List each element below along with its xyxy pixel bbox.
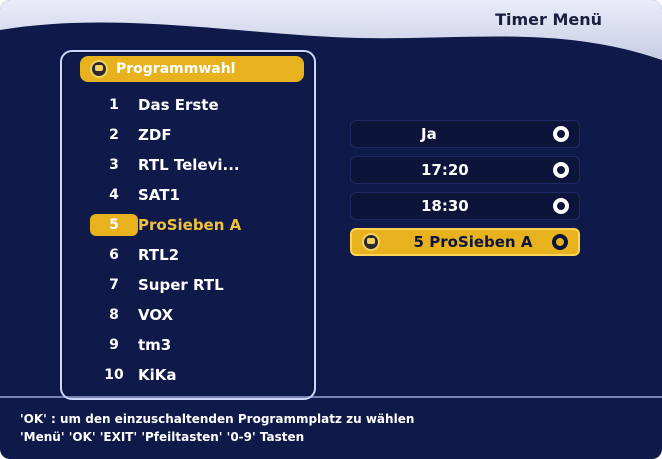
programmwahl-title: Programmwahl [116, 61, 236, 77]
program-name: KiKa [138, 366, 177, 384]
end-time-value: 18:30 [421, 197, 469, 215]
program-name: Super RTL [138, 276, 224, 294]
repeat-setting[interactable]: Ja [350, 120, 580, 148]
program-number: 9 [109, 337, 119, 353]
program-number: 2 [109, 127, 119, 143]
program-number: 4 [109, 187, 119, 203]
programmwahl-panel: Programmwahl 1 Das Erste 2 ZDF 3 RTL Tel… [60, 50, 316, 400]
program-number: 3 [109, 157, 119, 173]
header-title: Timer Menü [495, 10, 602, 29]
numeric-keys-icon [553, 162, 569, 178]
start-time-value: 17:20 [421, 161, 469, 179]
end-time-setting[interactable]: 18:30 [350, 192, 580, 220]
program-name: RTL2 [138, 246, 180, 264]
program-number: 8 [109, 307, 119, 323]
program-name: VOX [138, 306, 174, 324]
program-item[interactable]: 6 RTL2 [90, 240, 310, 270]
ok-button-icon [552, 234, 568, 250]
program-name: Das Erste [138, 96, 219, 114]
start-time-setting[interactable]: 17:20 [350, 156, 580, 184]
footer-hints: 'OK' : um den einzuschaltenden Programmp… [20, 412, 640, 454]
program-selected-label: 5 ProSieben A [413, 233, 533, 251]
program-item-selected[interactable]: 5 ProSieben A [90, 210, 310, 240]
nav-arrows-icon [553, 126, 569, 142]
program-number: 5 [90, 214, 138, 236]
program-item[interactable]: 8 VOX [90, 300, 310, 330]
program-number: 6 [109, 247, 119, 263]
program-item[interactable]: 3 RTL Televi... [90, 150, 310, 180]
program-name: tm3 [138, 336, 172, 354]
footer-line-2: 'Menü' 'OK' 'EXIT' 'Pfeiltasten' '0-9' T… [20, 430, 305, 444]
numeric-keys-icon [553, 198, 569, 214]
programmwahl-header: Programmwahl [80, 56, 304, 82]
program-number: 7 [109, 277, 119, 293]
program-name: ZDF [138, 126, 172, 144]
footer-divider [0, 396, 662, 398]
program-number: 1 [109, 97, 119, 113]
program-item[interactable]: 7 Super RTL [90, 270, 310, 300]
footer-line-1: 'OK' : um den einzuschaltenden Programmp… [20, 412, 415, 426]
program-item[interactable]: 10 KiKa [90, 360, 310, 390]
program-item[interactable]: 4 SAT1 [90, 180, 310, 210]
program-number: 10 [104, 367, 124, 383]
tv-screen: Timer Menü Programmwahl 1 Das Erste 2 ZD… [0, 0, 662, 459]
program-name: RTL Televi... [138, 156, 240, 174]
timer-settings: Ja 17:20 18:30 5 ProSieben A [350, 120, 580, 256]
program-name: SAT1 [138, 186, 180, 204]
program-item[interactable]: 9 tm3 [90, 330, 310, 360]
tv-icon [362, 233, 380, 251]
repeat-value: Ja [421, 125, 437, 143]
tv-icon [90, 60, 108, 78]
program-item[interactable]: 1 Das Erste [90, 90, 310, 120]
program-item[interactable]: 2 ZDF [90, 120, 310, 150]
program-selected-button[interactable]: 5 ProSieben A [350, 228, 580, 256]
program-list: 1 Das Erste 2 ZDF 3 RTL Televi... 4 SAT1… [90, 90, 310, 390]
program-name: ProSieben A [138, 216, 242, 234]
